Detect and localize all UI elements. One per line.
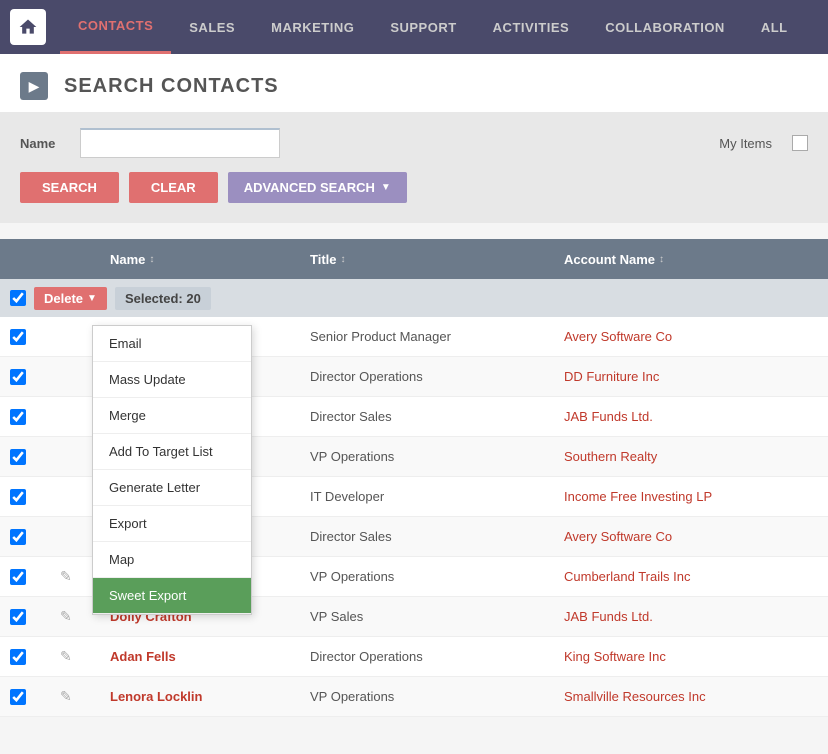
search-row: Name My Items — [20, 128, 808, 158]
clear-button[interactable]: CLEAR — [129, 172, 218, 203]
row-checkbox[interactable] — [10, 489, 26, 505]
delete-dropdown-arrow-icon: ▼ — [87, 293, 97, 304]
row-checkbox[interactable] — [10, 689, 26, 705]
delete-dropdown-container: Delete ▼ Email Mass Update Merge Add To … — [34, 287, 107, 310]
nav-activities[interactable]: ACTIVITIES — [475, 0, 588, 54]
delete-dropdown-button[interactable]: Delete ▼ — [34, 287, 107, 310]
nav-support[interactable]: SUPPORT — [372, 0, 474, 54]
page-header: ▶ SEARCH CONTACTS — [0, 54, 828, 112]
account-sort-icon: ↕ — [659, 254, 664, 265]
name-label: Name — [20, 136, 60, 151]
nav-collaboration[interactable]: COLLABORATION — [587, 0, 743, 54]
home-button[interactable] — [10, 9, 46, 45]
table-row: ✎ Lenora Locklin VP Operations Smallvill… — [0, 677, 828, 717]
row-checkbox[interactable] — [10, 569, 26, 585]
th-name[interactable]: Name ↕ — [110, 252, 310, 267]
advanced-search-button[interactable]: ADVANCED SEARCH ▼ — [228, 172, 407, 203]
top-nav: CONTACTS SALES MARKETING SUPPORT ACTIVIT… — [0, 0, 828, 54]
action-bar: Delete ▼ Email Mass Update Merge Add To … — [0, 279, 828, 317]
nav-contacts[interactable]: CONTACTS — [60, 0, 171, 54]
row-checkbox[interactable] — [10, 409, 26, 425]
th-account[interactable]: Account Name ↕ — [564, 252, 818, 267]
search-button[interactable]: SEARCH — [20, 172, 119, 203]
nav-items: CONTACTS SALES MARKETING SUPPORT ACTIVIT… — [60, 0, 806, 54]
row-checkbox[interactable] — [10, 609, 26, 625]
contact-name-link[interactable]: Lenora Locklin — [110, 689, 310, 704]
nav-all[interactable]: ALL — [743, 0, 806, 54]
sidebar-toggle-icon: ▶ — [29, 78, 40, 95]
table-row: ✎ Adan Fells Director Operations King So… — [0, 637, 828, 677]
my-items-checkbox[interactable] — [792, 135, 808, 151]
row-checkbox[interactable] — [10, 529, 26, 545]
table-area: Name ↕ Title ↕ Account Name ↕ Delete ▼ E… — [0, 239, 828, 717]
page-title: SEARCH CONTACTS — [64, 75, 279, 98]
row-checkbox[interactable] — [10, 649, 26, 665]
row-checkbox[interactable] — [10, 329, 26, 345]
row-checkbox[interactable] — [10, 369, 26, 385]
menu-item-sweet-export[interactable]: Sweet Export — [93, 578, 251, 614]
nav-marketing[interactable]: MARKETING — [253, 0, 372, 54]
nav-sales[interactable]: SALES — [171, 0, 253, 54]
name-sort-icon: ↕ — [149, 254, 154, 265]
table-header: Name ↕ Title ↕ Account Name ↕ — [0, 239, 828, 279]
dropdown-menu: Email Mass Update Merge Add To Target Li… — [92, 325, 252, 615]
select-all-checkbox[interactable] — [10, 290, 26, 306]
advanced-search-arrow-icon: ▼ — [381, 182, 391, 193]
sidebar-toggle[interactable]: ▶ — [20, 72, 48, 100]
edit-pencil-icon[interactable]: ✎ — [60, 648, 110, 665]
my-items-label: My Items — [719, 136, 772, 151]
menu-item-generate-letter[interactable]: Generate Letter — [93, 470, 251, 506]
row-checkbox[interactable] — [10, 449, 26, 465]
th-title[interactable]: Title ↕ — [310, 252, 564, 267]
contact-name-link[interactable]: Adan Fells — [110, 649, 310, 664]
selected-badge: Selected: 20 — [115, 287, 211, 310]
menu-item-map[interactable]: Map — [93, 542, 251, 578]
title-sort-icon: ↕ — [341, 254, 346, 265]
search-buttons: SEARCH CLEAR ADVANCED SEARCH ▼ — [20, 172, 808, 203]
search-panel: Name My Items SEARCH CLEAR ADVANCED SEAR… — [0, 112, 828, 223]
menu-item-export[interactable]: Export — [93, 506, 251, 542]
name-input[interactable] — [80, 128, 280, 158]
menu-item-mass-update[interactable]: Mass Update — [93, 362, 251, 398]
menu-item-merge[interactable]: Merge — [93, 398, 251, 434]
menu-item-email[interactable]: Email — [93, 326, 251, 362]
edit-pencil-icon[interactable]: ✎ — [60, 688, 110, 705]
menu-item-add-target[interactable]: Add To Target List — [93, 434, 251, 470]
